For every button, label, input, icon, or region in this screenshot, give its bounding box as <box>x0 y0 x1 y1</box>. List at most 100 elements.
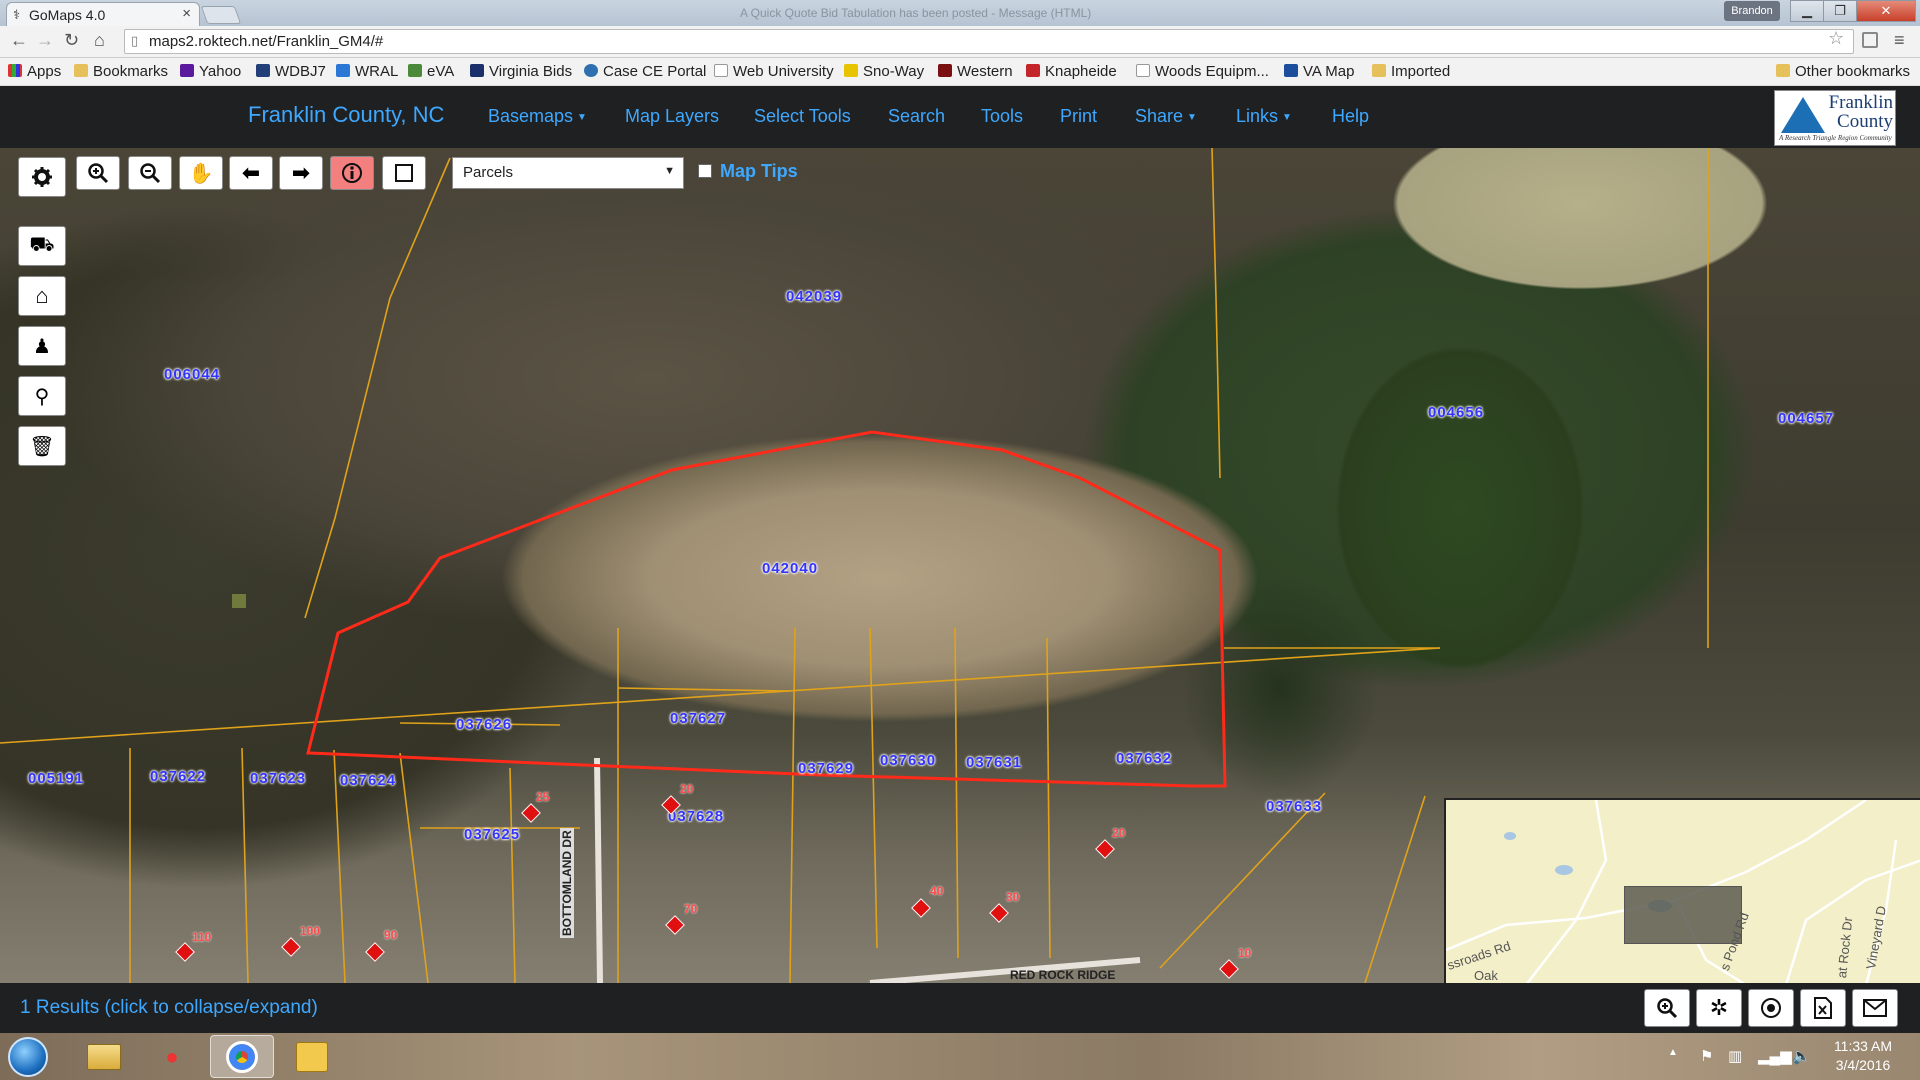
street-view-button[interactable]: ♟ <box>18 326 66 366</box>
results-bar[interactable]: 1 Results (click to collapse/expand) ✲ <box>0 983 1920 1033</box>
extent-select-button[interactable] <box>382 156 426 190</box>
nav-tools[interactable]: Tools <box>981 106 1023 127</box>
parcel-label[interactable]: 037633 <box>1266 798 1322 815</box>
parcel-label[interactable]: 037630 <box>880 752 936 769</box>
parcel-label[interactable]: 037628 <box>668 808 724 825</box>
speaker-icon[interactable]: 🔈 <box>1792 1047 1811 1065</box>
bookmark-apps[interactable]: Apps <box>8 63 61 80</box>
next-extent-button[interactable]: ➡ <box>279 156 323 190</box>
parcel-label[interactable]: 037627 <box>670 710 726 727</box>
zoom-to-results-button[interactable] <box>1644 989 1690 1027</box>
back-arrow-icon[interactable]: ← <box>10 30 28 51</box>
bookmark-wdbj7[interactable]: WDBJ7 <box>256 63 326 80</box>
bookmark-folder-bookmarks[interactable]: Bookmarks <box>74 63 168 80</box>
bookmark-sno-way[interactable]: Sno-Way <box>844 63 924 80</box>
parcel-label-selected[interactable]: 042040 <box>762 560 818 577</box>
parcel-label[interactable]: 037623 <box>250 770 306 787</box>
previous-extent-button[interactable]: ⬅ <box>229 156 273 190</box>
settings-button[interactable] <box>18 157 66 197</box>
home-icon[interactable]: ⌂ <box>94 30 105 51</box>
clear-selection-button[interactable]: ✲ <box>1696 989 1742 1027</box>
zoom-out-button[interactable] <box>128 156 172 190</box>
parcel-label[interactable]: 006044 <box>164 366 220 383</box>
clock-time[interactable]: 11:33 AM <box>1828 1038 1898 1054</box>
bookmark-folder-other[interactable]: Other bookmarks <box>1776 63 1910 80</box>
pan-button[interactable]: ✋ <box>179 156 223 190</box>
identify-button[interactable] <box>330 156 374 190</box>
extension-icon[interactable] <box>1862 32 1878 48</box>
app-title[interactable]: Franklin County, NC <box>248 102 444 128</box>
nav-map-layers[interactable]: Map Layers <box>625 106 719 127</box>
bookmark-folder-imported[interactable]: Imported <box>1372 63 1450 80</box>
bookmark-knapheide[interactable]: Knapheide <box>1026 63 1117 80</box>
clock-date[interactable]: 3/4/2016 <box>1828 1057 1898 1073</box>
parcel-label[interactable]: 004657 <box>1778 410 1834 427</box>
email-results-button[interactable] <box>1852 989 1898 1027</box>
bookmark-western[interactable]: Western <box>938 63 1013 80</box>
nav-basemaps[interactable]: Basemaps ▼ <box>488 106 587 127</box>
parcel-label[interactable]: 037626 <box>456 716 512 733</box>
home-extent-button[interactable]: ⌂ <box>18 276 66 316</box>
chrome-menu-icon[interactable]: ≡ <box>1894 30 1905 51</box>
taskbar-app[interactable]: ● <box>140 1035 204 1078</box>
parcel-label[interactable]: 037622 <box>150 768 206 785</box>
taskbar-explorer[interactable] <box>72 1035 136 1078</box>
browser-tab[interactable]: ⚕ GoMaps 4.0 × <box>6 2 200 26</box>
taskbar-chrome[interactable] <box>210 1035 274 1078</box>
nav-print[interactable]: Print <box>1060 106 1097 127</box>
zoom-in-button[interactable] <box>76 156 120 190</box>
parcel-label[interactable]: 037624 <box>340 772 396 789</box>
selected-parcel-outline[interactable] <box>306 430 1227 788</box>
windows-start-button[interactable] <box>8 1037 48 1077</box>
nav-search[interactable]: Search <box>888 106 945 127</box>
address-number: 90 <box>384 928 398 942</box>
bookmark-va-map[interactable]: VA Map <box>1284 63 1354 80</box>
export-excel-button[interactable] <box>1800 989 1846 1027</box>
find-button[interactable]: ⛟ <box>18 226 66 266</box>
flag-icon[interactable]: ⚑ <box>1700 1047 1713 1065</box>
new-tab-button[interactable] <box>200 6 242 24</box>
window-minimize-button[interactable]: ▁ <box>1790 0 1824 22</box>
user-profile-badge[interactable]: Brandon <box>1724 1 1780 21</box>
parcel-label[interactable]: 042039 <box>786 288 842 305</box>
address-bar[interactable]: ▯ maps2.roktech.net/Franklin_GM4/# <box>124 29 1854 54</box>
nav-help[interactable]: Help <box>1332 106 1369 127</box>
place-marker-button[interactable]: ⚲ <box>18 376 66 416</box>
bookmark-star-icon[interactable]: ☆ <box>1828 28 1844 49</box>
window-close-button[interactable]: ✕ <box>1856 0 1916 22</box>
results-toggle[interactable]: 1 Results (click to collapse/expand) <box>20 997 318 1019</box>
reload-icon[interactable]: ↻ <box>64 30 79 51</box>
parcel-label[interactable]: 037632 <box>1116 750 1172 767</box>
forward-arrow-icon[interactable]: → <box>36 30 54 51</box>
buffer-button[interactable] <box>1748 989 1794 1027</box>
bookmark-woods-equipment[interactable]: Woods Equipm... <box>1136 63 1269 80</box>
map-tips-checkbox[interactable] <box>698 164 712 178</box>
parcel-label[interactable]: 004656 <box>1428 404 1484 421</box>
parcel-label[interactable]: 037625 <box>464 826 520 843</box>
layer-select-dropdown[interactable]: Parcels ▼ <box>452 157 684 189</box>
bookmark-case-ce-portal[interactable]: Case CE Portal <box>584 63 706 80</box>
bookmark-wral[interactable]: WRAL <box>336 63 398 80</box>
nav-select-tools[interactable]: Select Tools <box>754 106 851 127</box>
clear-graphics-button[interactable]: 🗑 <box>18 426 66 466</box>
parcel-label[interactable]: 037631 <box>966 754 1022 771</box>
taskbar-outlook[interactable] <box>280 1035 344 1078</box>
tab-close-button[interactable]: × <box>182 5 191 22</box>
apps-grid-icon <box>8 64 22 77</box>
bookmark-yahoo[interactable]: Yahoo <box>180 63 241 80</box>
nav-links[interactable]: Links ▼ <box>1236 106 1292 127</box>
parcel-label[interactable]: 037629 <box>798 760 854 777</box>
tray-expand-icon[interactable]: ▲ <box>1668 1047 1678 1058</box>
parcel-label[interactable]: 005191 <box>28 770 84 787</box>
nav-share[interactable]: Share ▼ <box>1135 106 1197 127</box>
gomaps-favicon-icon: ⚕ <box>13 7 21 22</box>
overview-map[interactable]: ssroads Rd Oak s Pond Rd at Rock Dr Vine… <box>1444 798 1920 983</box>
map-tips-label[interactable]: Map Tips <box>720 161 798 182</box>
window-maximize-button[interactable]: ❐ <box>1823 0 1857 22</box>
overview-extent-box[interactable] <box>1624 886 1742 944</box>
device-icon[interactable]: ▥ <box>1728 1047 1742 1065</box>
network-signal-icon[interactable]: ▂▄▆ <box>1758 1047 1792 1065</box>
bookmark-eva[interactable]: eVA <box>408 63 454 80</box>
bookmark-web-university[interactable]: Web University <box>714 63 834 80</box>
bookmark-virginia-bids[interactable]: Virginia Bids <box>470 63 572 80</box>
